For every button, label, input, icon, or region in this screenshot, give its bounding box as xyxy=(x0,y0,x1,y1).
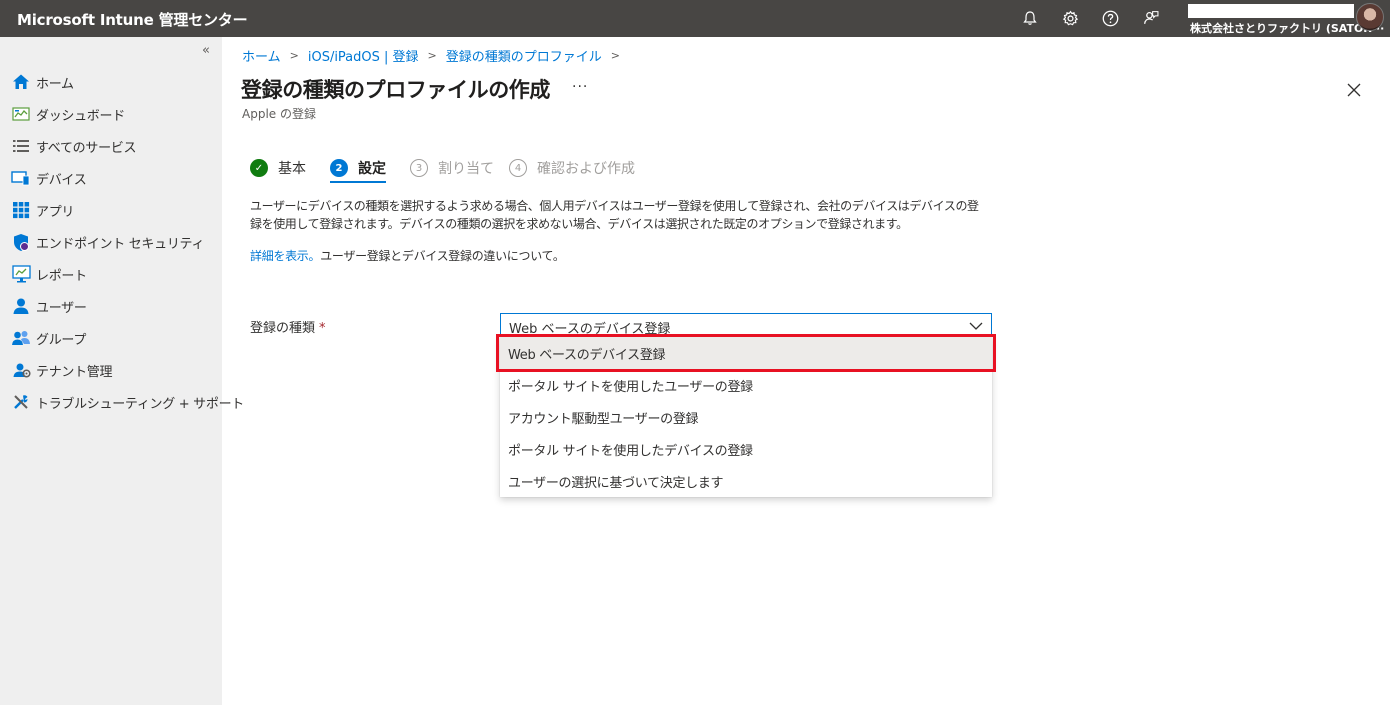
enrollment-type-dropdown[interactable]: Web ベースのデバイス登録 xyxy=(500,313,992,337)
learn-more-line: 詳細を表示。ユーザー登録とデバイス登録の違いについて。 xyxy=(250,247,565,264)
help-icon[interactable] xyxy=(1098,7,1122,29)
account-email-redacted[interactable] xyxy=(1188,4,1354,18)
sidebar-item-troubleshooting[interactable]: トラブルシューティング + サポート xyxy=(0,387,244,417)
chevron-right-icon: > xyxy=(289,49,299,62)
field-label-text: 登録の種類 xyxy=(250,321,316,336)
dashboard-icon xyxy=(11,104,31,124)
active-step-indicator xyxy=(330,181,386,183)
home-icon xyxy=(11,72,31,92)
sidebar-item-tenant-admin[interactable]: テナント管理 xyxy=(0,355,222,385)
step-number: 4 xyxy=(509,159,527,177)
sidebar-item-all-services[interactable]: すべてのサービス xyxy=(0,131,222,161)
step-number: 2 xyxy=(330,159,348,177)
tenant-icon xyxy=(11,360,31,380)
bell-icon[interactable] xyxy=(1018,7,1042,29)
dropdown-selected-value: Web ベースのデバイス登録 xyxy=(509,322,671,337)
account-name[interactable]: 株式会社さとりファクトリ (SATOR··· xyxy=(1190,20,1384,36)
reports-icon xyxy=(11,264,31,284)
sidebar: « ホーム ダッシュボード すべてのサービス デバイス アプリ エンドポイント xyxy=(0,37,244,705)
learn-more-link[interactable]: 詳細を表示。 xyxy=(250,249,321,263)
chevron-down-icon xyxy=(969,320,983,330)
required-mark: * xyxy=(319,321,326,336)
breadcrumb-ios-enrollment[interactable]: iOS/iPadOS | 登録 xyxy=(308,46,419,65)
sidebar-item-endpoint-security[interactable]: エンドポイント セキュリティ xyxy=(0,227,222,257)
description-text: ユーザーにデバイスの種類を選択するよう求める場合、個人用デバイスはユーザー登録を… xyxy=(250,199,979,231)
sidebar-item-label: ホーム xyxy=(36,76,74,92)
page-title: 登録の種類のプロファイルの作成 xyxy=(241,78,550,102)
devices-icon xyxy=(11,168,31,188)
page-subtitle: Apple の登録 xyxy=(242,107,316,121)
sidebar-item-dashboard[interactable]: ダッシュボード xyxy=(0,99,222,129)
dropdown-option[interactable]: Web ベースのデバイス登録 xyxy=(500,337,992,369)
dropdown-option[interactable]: ユーザーの選択に基づいて決定します xyxy=(500,465,992,497)
close-icon[interactable] xyxy=(1344,80,1364,100)
sidebar-item-label: エンドポイント セキュリティ xyxy=(36,236,205,252)
dropdown-option[interactable]: ポータル サイトを使用したユーザーの登録 xyxy=(500,369,992,401)
sidebar-item-label: デバイス xyxy=(36,172,87,188)
apps-icon xyxy=(11,200,31,220)
chevron-right-icon: > xyxy=(610,49,620,62)
list-icon xyxy=(11,136,31,156)
step-label: 設定 xyxy=(358,161,386,177)
chevron-right-icon: > xyxy=(427,49,437,62)
sidebar-item-groups[interactable]: グループ xyxy=(0,323,222,353)
app-title[interactable]: Microsoft Intune 管理センター xyxy=(17,9,248,30)
sidebar-item-apps[interactable]: アプリ xyxy=(0,195,222,225)
avatar[interactable] xyxy=(1356,3,1384,31)
sidebar-item-home[interactable]: ホーム xyxy=(0,67,222,97)
user-icon xyxy=(11,296,31,316)
sidebar-item-reports[interactable]: レポート xyxy=(0,259,222,289)
breadcrumb: ホーム > iOS/iPadOS | 登録 > 登録の種類のプロファイル > xyxy=(242,46,629,65)
sidebar-item-devices[interactable]: デバイス xyxy=(0,163,222,193)
collapse-sidebar-button[interactable]: « xyxy=(202,43,210,58)
feedback-icon[interactable] xyxy=(1138,7,1162,29)
dropdown-option[interactable]: アカウント駆動型ユーザーの登録 xyxy=(500,401,992,433)
step-label: 確認および作成 xyxy=(537,161,635,177)
step-number: 3 xyxy=(410,159,428,177)
gear-icon[interactable] xyxy=(1058,7,1082,29)
breadcrumb-home[interactable]: ホーム xyxy=(242,46,281,65)
group-icon xyxy=(11,328,31,348)
breadcrumb-enrollment-profile[interactable]: 登録の種類のプロファイル xyxy=(446,46,602,65)
more-options-button[interactable]: ··· xyxy=(572,79,588,95)
sidebar-item-label: アプリ xyxy=(36,204,75,220)
learn-more-text: ユーザー登録とデバイス登録の違いについて。 xyxy=(320,249,565,263)
sidebar-item-label: レポート xyxy=(36,268,87,284)
top-bar: Microsoft Intune 管理センター 株式会社さとりファクトリ (SA… xyxy=(0,0,1390,37)
wizard-step-review-create[interactable]: 4 確認および作成 xyxy=(509,157,635,179)
sidebar-item-label: テナント管理 xyxy=(36,364,113,380)
wizard-step-assignments[interactable]: 3 割り当て xyxy=(410,157,494,179)
step-label: 基本 xyxy=(278,161,306,177)
wrench-icon xyxy=(11,392,31,412)
check-icon: ✓ xyxy=(250,159,268,177)
enrollment-type-label: 登録の種類 * xyxy=(250,317,326,336)
wizard-step-settings[interactable]: 2 設定 xyxy=(330,157,386,179)
sidebar-item-label: グループ xyxy=(36,332,87,348)
shield-icon xyxy=(11,232,31,252)
dropdown-options-list: Web ベースのデバイス登録 ポータル サイトを使用したユーザーの登録 アカウン… xyxy=(500,337,992,497)
dropdown-option[interactable]: ポータル サイトを使用したデバイスの登録 xyxy=(500,433,992,465)
sidebar-item-label: すべてのサービス xyxy=(36,140,137,156)
sidebar-item-label: トラブルシューティング + サポート xyxy=(36,396,244,412)
sidebar-item-label: ダッシュボード xyxy=(36,108,125,124)
sidebar-item-label: ユーザー xyxy=(36,300,87,316)
step-label: 割り当て xyxy=(438,161,494,177)
wizard-step-basics[interactable]: ✓ 基本 xyxy=(250,157,306,179)
sidebar-item-users[interactable]: ユーザー xyxy=(0,291,222,321)
